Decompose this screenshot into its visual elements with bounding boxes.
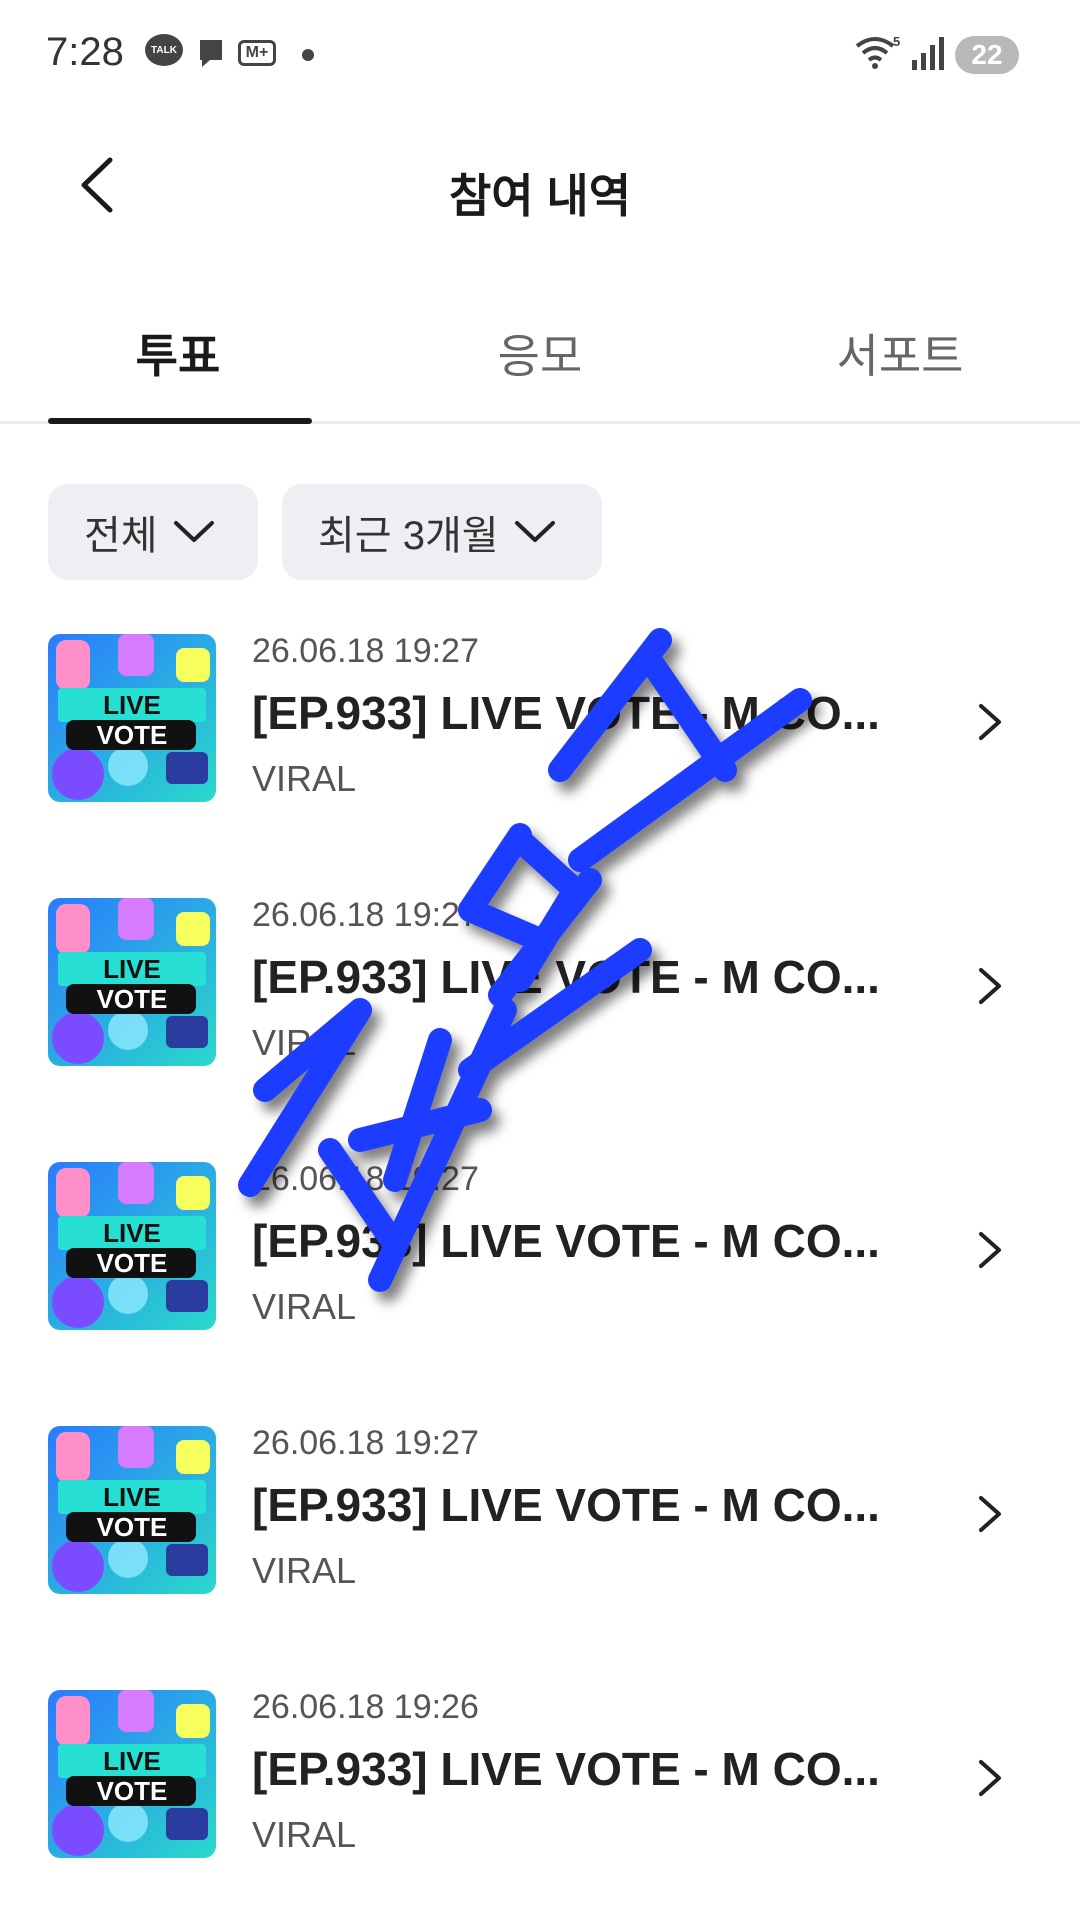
- live-vote-thumbnail: LIVE VOTE: [48, 898, 216, 1066]
- chevron-right-icon: [979, 704, 1001, 740]
- cell-signal-icon: [912, 37, 944, 70]
- chevron-down-icon: [514, 521, 555, 542]
- thumb-text-live: LIVE: [103, 1746, 161, 1776]
- item-subtitle: VIRAL: [252, 758, 357, 799]
- message-icon: [200, 40, 222, 67]
- item-date: 26.06.18 19:27: [252, 1160, 479, 1198]
- list-item[interactable]: LIVE VOTE 26.06.18 19:27 [EP.933] LIVE V…: [0, 610, 1080, 874]
- notification-dot-icon: [302, 49, 314, 61]
- item-date: 26.06.18 19:27: [252, 632, 479, 670]
- filter-category-dropdown[interactable]: 전체: [48, 484, 258, 580]
- item-title: [EP.933] LIVE VOTE - M CO...: [252, 1479, 880, 1531]
- item-title: [EP.933] LIVE VOTE - M CO...: [252, 687, 880, 739]
- vote-history-list: LIVE VOTE 26.06.18 19:27 [EP.933] LIVE V…: [0, 610, 1080, 1930]
- tab-entry[interactable]: 응모: [410, 320, 670, 386]
- item-title: [EP.933] LIVE VOTE - M CO...: [252, 951, 880, 1003]
- tab-vote[interactable]: 투표: [48, 320, 308, 386]
- thumb-text-vote: VOTE: [97, 984, 168, 1014]
- chevron-right-icon: [979, 1760, 1001, 1796]
- thumb-text-vote: VOTE: [97, 720, 168, 750]
- svg-text:5: 5: [893, 34, 900, 49]
- chevron-right-icon: [979, 1232, 1001, 1268]
- active-tab-indicator: [48, 418, 312, 424]
- tab-support[interactable]: 서포트: [770, 320, 1030, 386]
- item-date: 26.06.18 19:27: [252, 1424, 479, 1462]
- chevron-down-icon: [173, 521, 214, 542]
- thumb-text-live: LIVE: [103, 1482, 161, 1512]
- item-date: 26.06.18 19:27: [252, 896, 479, 934]
- list-item[interactable]: LIVE VOTE 26.06.18 19:27 [EP.933] LIVE V…: [0, 1402, 1080, 1666]
- list-item[interactable]: LIVE VOTE 26.06.18 19:27 [EP.933] LIVE V…: [0, 1138, 1080, 1402]
- tab-bar: 투표 응모 서포트: [0, 290, 1080, 424]
- thumb-text-vote: VOTE: [97, 1776, 168, 1806]
- kakaotalk-icon: TALK: [145, 34, 183, 66]
- page-title: 참여 내역: [448, 170, 632, 222]
- chevron-right-icon: [979, 968, 1001, 1004]
- item-subtitle: VIRAL: [252, 1814, 357, 1855]
- live-vote-thumbnail: LIVE VOTE: [48, 1690, 216, 1858]
- thumb-text-live: LIVE: [103, 1218, 161, 1248]
- item-subtitle: VIRAL: [252, 1022, 357, 1063]
- filter-category-label: 전체: [84, 514, 158, 558]
- status-time: 7:28: [46, 30, 124, 74]
- filter-period-dropdown[interactable]: 최근 3개월: [282, 484, 602, 580]
- header: 참여 내역: [0, 120, 1080, 250]
- thumb-text-vote: VOTE: [97, 1512, 168, 1542]
- chevron-right-icon: [979, 1496, 1001, 1532]
- list-item[interactable]: LIVE VOTE 26.06.18 19:26 [EP.933] LIVE V…: [0, 1666, 1080, 1930]
- battery-icon: 22: [955, 36, 1019, 74]
- item-subtitle: VIRAL: [252, 1550, 357, 1591]
- item-title: [EP.933] LIVE VOTE - M CO...: [252, 1743, 880, 1795]
- item-date: 26.06.18 19:26: [252, 1688, 479, 1726]
- mnet-icon: M+: [238, 40, 276, 66]
- live-vote-thumbnail: LIVE VOTE: [48, 634, 216, 802]
- live-vote-thumbnail: LIVE VOTE: [48, 1426, 216, 1594]
- item-subtitle: VIRAL: [252, 1286, 357, 1327]
- list-item[interactable]: LIVE VOTE 26.06.18 19:27 [EP.933] LIVE V…: [0, 874, 1080, 1138]
- item-title: [EP.933] LIVE VOTE - M CO...: [252, 1215, 880, 1267]
- status-bar: 7:28 TALK M+ 5 22: [0, 0, 1080, 110]
- thumb-text-live: LIVE: [103, 954, 161, 984]
- thumb-text-live: LIVE: [103, 690, 161, 720]
- filter-period-label: 최근 3개월: [318, 514, 499, 558]
- thumb-text-vote: VOTE: [97, 1248, 168, 1278]
- live-vote-thumbnail: LIVE VOTE: [48, 1162, 216, 1330]
- wifi-icon: 5: [855, 34, 900, 69]
